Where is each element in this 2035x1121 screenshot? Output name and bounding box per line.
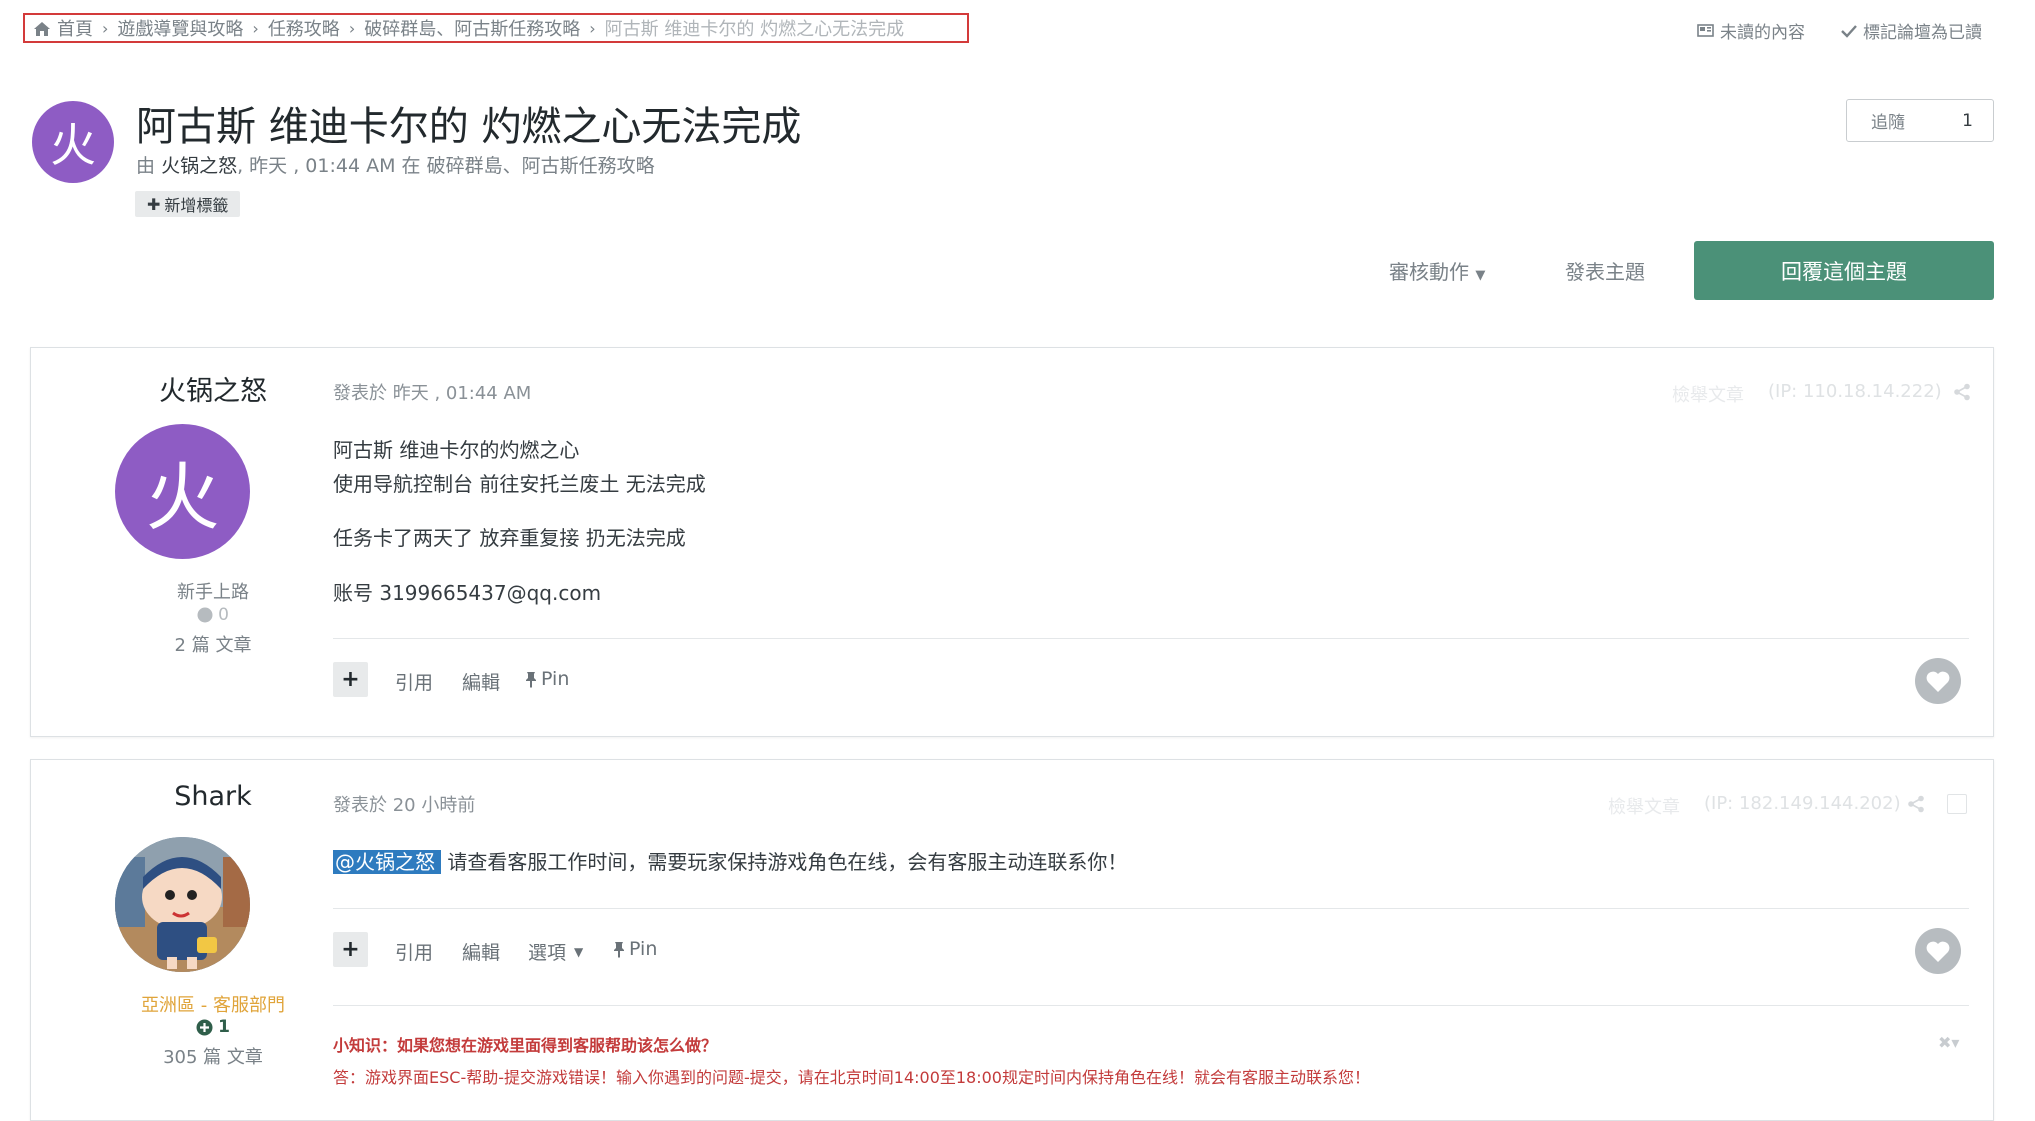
follow-label: 追隨	[1871, 113, 1905, 133]
multiquote-button[interactable]: +	[333, 662, 368, 697]
follow-count: 1	[1962, 110, 1973, 131]
pin-icon	[525, 668, 537, 690]
topic-author-avatar[interactable]: 火	[32, 101, 114, 183]
post-ip: (IP: 182.149.144.202)	[1704, 793, 1901, 814]
topic-forum-link[interactable]: 破碎群島、阿古斯任務攻略	[427, 155, 655, 177]
unread-content-label: 未讀的內容	[1720, 23, 1805, 43]
select-post-checkbox[interactable]	[1947, 794, 1967, 814]
quote-button[interactable]: 引用	[395, 668, 433, 695]
neutral-circle-icon	[197, 605, 213, 625]
edit-button[interactable]: 編輯	[462, 668, 500, 695]
pin-label: Pin	[629, 938, 658, 960]
topic-date: , 昨天 , 01:44 AM	[237, 155, 396, 177]
post-divider	[333, 638, 1969, 639]
post-divider	[333, 908, 1969, 909]
options-dropdown[interactable]: 選項 ▼	[528, 938, 583, 965]
signature-tip-answer: 答：游戏界面ESC-帮助-提交游戏错误！输入你遇到的问题-提交，请在北京时间14…	[333, 1068, 1370, 1087]
post-text-line: 任务卡了两天了 放弃重复接 扔无法完成	[333, 526, 686, 550]
breadcrumb-home[interactable]: 首頁	[57, 15, 93, 41]
positive-circle-icon	[196, 1017, 213, 1037]
newspaper-icon	[1697, 21, 1714, 41]
share-icon[interactable]	[1953, 383, 1971, 405]
like-button[interactable]	[1915, 658, 1961, 704]
home-icon[interactable]	[33, 18, 51, 39]
reputation-badge: 0	[63, 605, 363, 625]
check-icon	[1841, 21, 1857, 41]
post-card: 火锅之怒 火 新手上路 0 2 篇 文章 發表於 昨天 , 01:44 AM 檢…	[30, 347, 1994, 737]
multiquote-button[interactable]: +	[333, 932, 368, 967]
post-text-line: 阿古斯 维迪卡尔的灼燃之心	[333, 438, 580, 462]
author-post-count: 2 篇 文章	[174, 635, 252, 656]
mark-forum-read-link[interactable]: 標記論壇為已讀	[1841, 18, 1982, 43]
breadcrumb-current-topic: 阿古斯 维迪卡尔的 灼燃之心无法完成	[604, 19, 905, 40]
share-icon[interactable]	[1907, 795, 1925, 817]
heart-icon	[1925, 670, 1951, 693]
signature-tip-title: 小知识：如果您想在游戏里面得到客服帮助该怎么做？	[333, 1036, 718, 1055]
avatar-letter: 火	[50, 118, 96, 172]
close-icon[interactable]: ✖▾	[1938, 1033, 1959, 1052]
signature-divider	[333, 1005, 1969, 1006]
byline-by: 由	[136, 155, 156, 177]
byline-in: 在	[401, 155, 421, 177]
mark-forum-read-label: 標記論壇為已讀	[1863, 23, 1982, 43]
breadcrumb-quest-guides[interactable]: 任務攻略	[268, 15, 340, 41]
caret-down-icon: ▼	[574, 944, 584, 959]
add-tag-label: 新增標籤	[164, 196, 229, 215]
plus-icon: ✚	[147, 194, 161, 214]
pin-icon	[613, 938, 625, 960]
pin-button[interactable]: Pin	[613, 938, 657, 960]
breadcrumb-forum[interactable]: 破碎群島、阿古斯任務攻略	[364, 15, 580, 41]
post-author-avatar[interactable]	[115, 837, 250, 972]
post-text: 请查看客服工作时间，需要玩家保持游戏角色在线，会有客服主动连联系你！	[447, 850, 1128, 874]
post-author-avatar[interactable]: 火	[115, 424, 250, 559]
topic-author-link[interactable]: 火锅之怒	[161, 155, 237, 177]
post-author-name[interactable]: 火锅之怒	[63, 369, 363, 408]
heart-icon	[1925, 940, 1951, 963]
reputation-value: 1	[218, 1017, 230, 1037]
user-mention[interactable]: @火锅之怒	[333, 850, 441, 874]
author-rank: 新手上路	[177, 582, 249, 603]
post-card: Shark 亞洲區 - 客服部門 1 305 篇 文章 發表於 20 小時前 檢…	[30, 759, 1994, 1121]
moderation-label: 審核動作	[1389, 260, 1469, 284]
options-label: 選項	[528, 942, 567, 964]
breadcrumb-separator: ›	[348, 18, 356, 38]
reply-topic-button[interactable]: 回覆這個主題	[1694, 241, 1994, 300]
topic-byline: 由 火锅之怒, 昨天 , 01:44 AM 在 破碎群島、阿古斯任務攻略	[136, 151, 655, 178]
pin-button[interactable]: Pin	[525, 668, 569, 690]
post-author-name[interactable]: Shark	[63, 781, 363, 812]
follow-button[interactable]: 追隨 1	[1846, 99, 1994, 142]
cartoon-avatar-image	[115, 837, 250, 972]
page-title: 阿古斯 维迪卡尔的 灼燃之心无法完成	[136, 104, 802, 150]
breadcrumb-separator: ›	[252, 18, 259, 38]
post-text-line: @火锅之怒 请查看客服工作时间，需要玩家保持游戏角色在线，会有客服主动连联系你！	[333, 846, 1127, 875]
breadcrumb-separator: ›	[589, 18, 596, 38]
report-post-link[interactable]: 檢舉文章	[1672, 381, 1744, 407]
like-button[interactable]	[1915, 928, 1961, 974]
reputation-badge: 1	[63, 1017, 363, 1037]
author-post-count: 305 篇 文章	[163, 1047, 263, 1068]
new-topic-link[interactable]: 發表主題	[1565, 256, 1645, 285]
pin-label: Pin	[541, 668, 570, 690]
author-rank: 亞洲區 - 客服部門	[141, 995, 285, 1016]
quote-button[interactable]: 引用	[395, 938, 433, 965]
post-text-line: 使用导航控制台 前往安托兰废土 无法完成	[333, 472, 706, 496]
breadcrumb-separator: ›	[102, 18, 109, 38]
plus-icon: +	[341, 937, 360, 962]
plus-icon: +	[341, 667, 360, 692]
post-date[interactable]: 發表於 20 小時前	[333, 791, 475, 817]
avatar-letter: 火	[145, 455, 220, 541]
post-text-line: 账号 3199665437@qq.com	[333, 581, 602, 605]
reputation-value: 0	[218, 605, 229, 625]
edit-button[interactable]: 編輯	[462, 938, 500, 965]
post-date[interactable]: 發表於 昨天 , 01:44 AM	[333, 379, 531, 405]
report-post-link[interactable]: 檢舉文章	[1608, 793, 1680, 819]
moderation-actions-dropdown[interactable]: 審核動作 ▼	[1389, 256, 1485, 285]
breadcrumb: 首頁 › 遊戲導覽與攻略 › 任務攻略 › 破碎群島、阿古斯任務攻略 › 阿古斯…	[23, 13, 969, 43]
breadcrumb-guides[interactable]: 遊戲導覽與攻略	[117, 15, 243, 41]
caret-down-icon: ▼	[1475, 268, 1486, 283]
add-tag-button[interactable]: ✚ 新增標籤	[135, 191, 241, 217]
unread-content-link[interactable]: 未讀的內容	[1697, 18, 1805, 43]
post-ip: (IP: 110.18.14.222)	[1768, 381, 1942, 402]
